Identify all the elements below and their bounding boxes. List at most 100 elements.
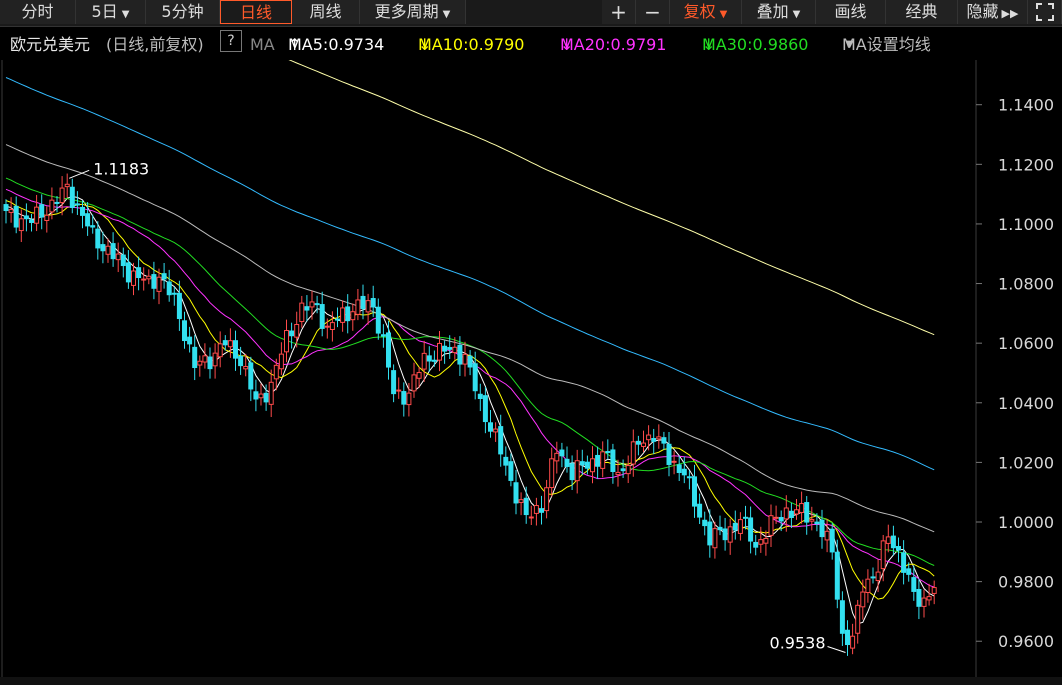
candle-body xyxy=(115,253,121,261)
candle-body xyxy=(176,292,182,320)
candle xyxy=(309,290,315,320)
tab-5-day[interactable]: 5日 ▼ xyxy=(76,0,146,24)
symbol-name: 欧元兑美元 xyxy=(10,35,91,54)
candle-body xyxy=(569,463,575,481)
help-icon: ? xyxy=(220,30,242,52)
scroll-bar[interactable] xyxy=(0,677,1062,685)
candle-body xyxy=(875,571,881,582)
candle-body xyxy=(136,267,142,279)
candle-body xyxy=(401,391,407,405)
candle xyxy=(896,537,901,563)
candle-body xyxy=(804,502,810,523)
y-tick-label: 1.0000 xyxy=(998,513,1054,532)
candle-body xyxy=(630,441,636,465)
candle xyxy=(482,386,488,434)
candle-body xyxy=(380,334,386,337)
candle-body xyxy=(396,389,402,392)
classic-button[interactable]: 经典 xyxy=(886,0,958,24)
tab-weekly[interactable]: 周线 xyxy=(292,0,360,24)
candle-body xyxy=(717,526,723,531)
candle xyxy=(661,431,667,450)
candle xyxy=(641,430,646,453)
candle xyxy=(926,583,932,606)
more-periods-dropdown[interactable]: 更多周期 ▼ xyxy=(360,0,466,24)
adjust-dropdown[interactable]: 复权 ▼ xyxy=(670,0,742,24)
candle-body xyxy=(23,215,29,220)
candle xyxy=(539,495,544,525)
candle-body xyxy=(845,629,850,646)
candle xyxy=(804,496,810,535)
candle-body xyxy=(850,635,856,649)
candle-body xyxy=(635,440,641,445)
candle xyxy=(513,469,519,515)
tab-daily[interactable]: 日线 xyxy=(220,0,292,24)
fullscreen-button[interactable] xyxy=(1028,0,1062,24)
candle xyxy=(472,351,478,400)
candle-body xyxy=(799,503,805,513)
tab-intraday[interactable]: 分时 xyxy=(0,0,76,24)
candle-body xyxy=(268,381,274,405)
candle-body xyxy=(727,526,733,543)
candle xyxy=(171,286,177,306)
candle xyxy=(3,199,9,224)
candle xyxy=(411,362,417,398)
candle-body xyxy=(732,522,738,531)
hide-button[interactable]: 隐藏 ▶▶ xyxy=(958,0,1028,24)
candle-body xyxy=(651,438,657,442)
candle xyxy=(554,441,560,474)
candle-body xyxy=(411,374,417,392)
candle-body xyxy=(579,461,585,466)
candle-body xyxy=(901,552,907,573)
candle xyxy=(518,492,524,516)
candle-body xyxy=(278,353,284,370)
candle-body xyxy=(100,244,106,252)
tab-5-minute[interactable]: 5分钟 xyxy=(146,0,220,24)
candle-body xyxy=(375,306,381,334)
candle xyxy=(850,623,856,655)
candle-body xyxy=(819,519,825,538)
candle-body xyxy=(931,587,937,594)
zoom-in-button[interactable]: + xyxy=(602,0,636,24)
candle-body xyxy=(248,362,254,390)
candlestick-chart[interactable]: 1.1400 1.1200 1.1000 1.0800 1.0600 1.0400 1.02… xyxy=(0,60,1062,677)
candle-body xyxy=(284,330,289,353)
candle xyxy=(839,591,845,646)
candle xyxy=(579,449,585,476)
candle-body xyxy=(202,355,208,363)
candle-body xyxy=(692,476,697,507)
y-tick-label: 0.9600 xyxy=(998,632,1054,651)
y-tick-label: 1.0600 xyxy=(998,334,1054,353)
overlay-dropdown[interactable]: 叠加 ▼ xyxy=(742,0,816,24)
candle xyxy=(248,356,254,402)
candle-body xyxy=(829,528,835,553)
y-tick-label: 0.9800 xyxy=(998,573,1054,592)
candle xyxy=(192,335,198,381)
candle-body xyxy=(360,295,366,310)
candle-body xyxy=(600,451,606,469)
candle-body xyxy=(171,292,177,295)
candle xyxy=(391,364,397,403)
candle-body xyxy=(574,460,580,482)
zoom-out-button[interactable]: − xyxy=(636,0,670,24)
candle-body xyxy=(778,517,784,522)
candle-body xyxy=(8,209,14,213)
candle xyxy=(870,567,876,584)
candle-body xyxy=(590,458,595,473)
candle xyxy=(319,291,325,337)
candle xyxy=(686,470,692,490)
candle xyxy=(197,355,203,377)
candle xyxy=(105,238,111,263)
candle xyxy=(595,446,601,479)
candle-body xyxy=(442,345,448,352)
draw-line-button[interactable]: 画线 xyxy=(816,0,886,24)
indicator-legend: 欧元兑美元 (日线,前复权) ? MA MA5:0.9734 ↑ MA10:0.… xyxy=(0,30,1062,60)
candle xyxy=(600,441,606,478)
candle xyxy=(488,410,493,438)
candle xyxy=(564,446,570,473)
candle xyxy=(258,383,264,406)
candle xyxy=(442,340,448,364)
candle-body xyxy=(69,186,75,208)
candle xyxy=(431,350,437,367)
candle-body xyxy=(253,391,259,400)
candle xyxy=(860,579,866,620)
